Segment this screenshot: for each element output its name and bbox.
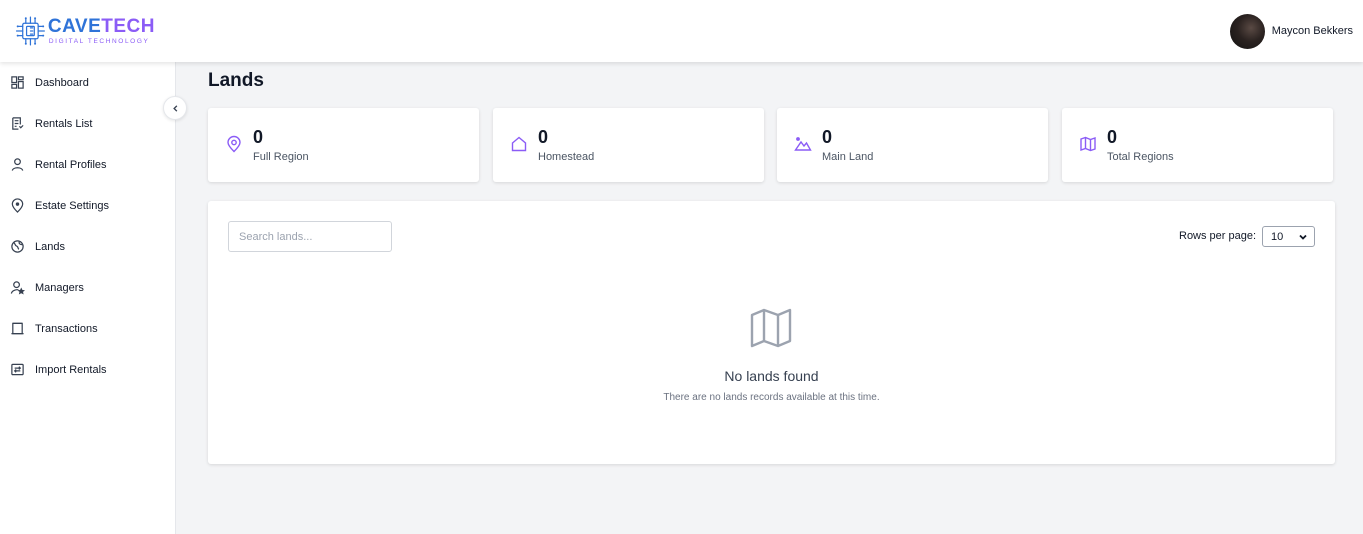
map-icon [750,308,792,348]
sidebar-item-label: Rentals List [35,117,93,130]
home-icon [510,135,528,153]
sidebar-collapse-button[interactable] [163,96,187,120]
globe-icon [10,239,25,254]
stat-value: 0 [253,127,264,147]
brand-logo[interactable]: CAVETECH DIGITAL TECHNOLOGY [15,11,155,51]
sidebar-item-rental-profiles[interactable]: Rental Profiles [0,144,175,185]
user-icon [10,157,25,172]
stat-value: 0 [1107,127,1118,147]
sidebar-item-estate-settings[interactable]: Estate Settings [0,185,175,226]
rows-per-page-select[interactable]: 10 [1262,226,1315,247]
mountain-icon [794,135,812,153]
map-pin-icon [10,198,25,213]
user-avatar[interactable] [1229,13,1265,49]
sidebar-item-lands[interactable]: Lands [0,226,175,267]
circuit-chip-logo-icon [15,16,45,46]
chevron-down-icon [1299,234,1307,240]
stat-card-main-land: 0 Main Land [777,108,1048,182]
map-pin-icon [225,135,243,153]
rows-per-page-value: 10 [1271,230,1284,243]
stat-card-full-region: 0 Full Region [208,108,479,182]
sidebar-item-label: Managers [35,281,84,294]
empty-state-title: No lands found [724,368,819,384]
user-name: Maycon Bekkers [1271,25,1353,37]
brand-name: CAVETECH [47,15,155,37]
sidebar-item-dashboard[interactable]: Dashboard [0,62,175,103]
sidebar-item-label: Dashboard [35,76,89,89]
user-star-icon [10,280,25,295]
sidebar-item-rentals-list[interactable]: Rentals List [0,103,175,144]
search-input[interactable] [228,221,392,252]
sidebar: Dashboard Rentals List Rental Profiles E… [0,62,176,534]
sidebar-item-managers[interactable]: Managers [0,267,175,308]
stat-label: Total Regions [1107,151,1174,163]
sidebar-item-label: Estate Settings [35,199,109,212]
map-icon [1079,135,1097,153]
sidebar-item-label: Transactions [35,322,98,335]
brand-tagline: DIGITAL TECHNOLOGY [48,37,150,45]
stat-label: Main Land [822,151,874,163]
top-header: CAVETECH DIGITAL TECHNOLOGY Maycon Bekke… [0,0,1363,62]
rows-per-page-label: Rows per page: [1179,230,1257,242]
stat-label: Homestead [538,151,595,163]
sidebar-item-transactions[interactable]: Transactions [0,308,175,349]
stat-card-total-regions: 0 Total Regions [1062,108,1333,182]
empty-state-subtitle: There are no lands records available at … [663,392,880,403]
sidebar-item-import-rentals[interactable]: Import Rentals [0,349,175,390]
stat-value: 0 [538,127,549,147]
import-icon [10,362,25,377]
stat-card-homestead: 0 Homestead [493,108,764,182]
sidebar-item-label: Rental Profiles [35,158,107,171]
chevron-left-icon [172,104,177,112]
receipt-icon [10,321,25,336]
sidebar-item-label: Import Rentals [35,363,107,376]
stat-value: 0 [822,127,833,147]
sidebar-item-label: Lands [35,240,65,253]
dashboard-icon [10,75,25,90]
stat-label: Full Region [253,151,309,163]
lands-table-card: Rows per page: 10 No lands found There a… [208,201,1335,464]
user-menu[interactable]: Maycon Bekkers [1229,13,1353,49]
rentals-list-icon [10,116,25,131]
page-title: Lands [208,70,264,91]
